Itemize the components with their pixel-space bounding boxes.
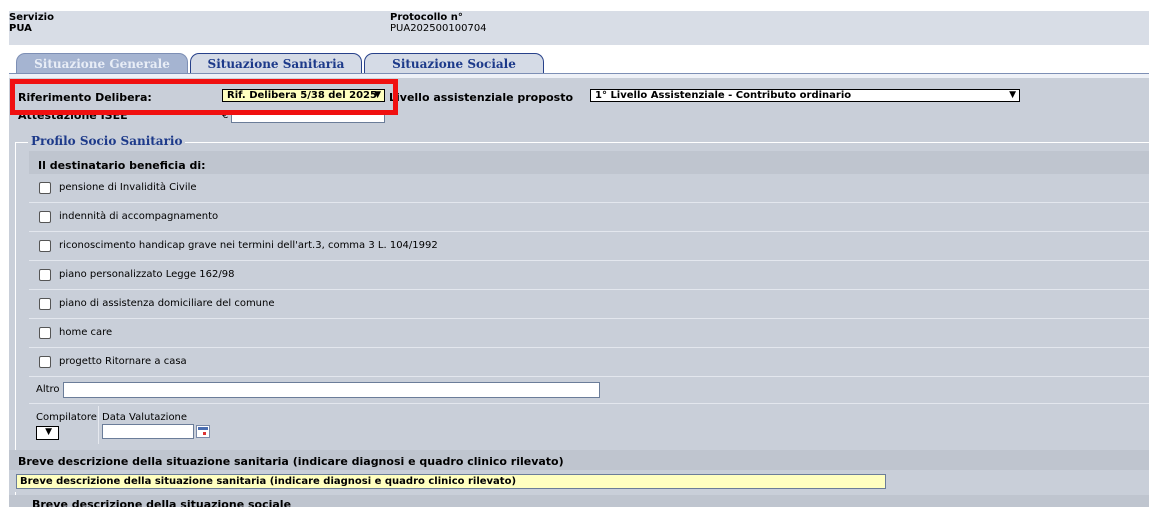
handicap-grave-checkbox[interactable] bbox=[39, 240, 51, 252]
beneficia-header-label: Il destinatario beneficia di: bbox=[38, 159, 206, 172]
indennita-accompagnamento-label: indennità di accompagnamento bbox=[59, 211, 219, 222]
list-item: indennità di accompagnamento bbox=[29, 203, 1149, 232]
home-care-checkbox[interactable] bbox=[39, 327, 51, 339]
list-item: piano di assistenza domiciliare del comu… bbox=[29, 290, 1149, 319]
calendar-icon[interactable] bbox=[196, 425, 210, 438]
servizio-label: Servizio bbox=[9, 12, 54, 23]
tab-situazione-sanitaria[interactable]: Situazione Sanitaria bbox=[190, 53, 362, 73]
header-bar: Servizio PUA Protocollo n° PUA2025001007… bbox=[9, 11, 1149, 45]
list-item: riconoscimento handicap grave nei termin… bbox=[29, 232, 1149, 261]
piano-personalizzato-checkbox[interactable] bbox=[39, 269, 51, 281]
list-item: progetto Ritornare a casa bbox=[29, 348, 1149, 377]
chevron-down-icon: ▼ bbox=[1009, 90, 1016, 100]
data-valutazione-input[interactable] bbox=[102, 424, 194, 439]
list-item: piano personalizzato Legge 162/98 bbox=[29, 261, 1149, 290]
profilo-legend: Profilo Socio Sanitario bbox=[28, 134, 186, 148]
home-care-label: home care bbox=[59, 327, 113, 338]
sanitaria-description-input[interactable]: Breve descrizione della situazione sanit… bbox=[16, 474, 886, 489]
ritornare-a-casa-label: progetto Ritornare a casa bbox=[59, 356, 187, 367]
compilatore-label: Compilatore bbox=[36, 412, 97, 423]
list-item: home care bbox=[29, 319, 1149, 348]
sanitaria-header: Breve descrizione della situazione sanit… bbox=[9, 450, 1149, 470]
altro-label: Altro bbox=[36, 384, 60, 395]
list-item: pensione di Invalidità Civile bbox=[29, 174, 1149, 203]
livello-assistenziale-value: 1° Livello Assistenziale - Contributo or… bbox=[595, 90, 852, 101]
pensione-invalidita-label: pensione di Invalidità Civile bbox=[59, 182, 197, 193]
sociale-header: Breve descrizione della situazione socia… bbox=[9, 495, 1149, 507]
tab-situazione-sociale[interactable]: Situazione Sociale bbox=[364, 53, 544, 73]
assistenza-domiciliare-checkbox[interactable] bbox=[39, 298, 51, 310]
beneficia-header: Il destinatario beneficia di: bbox=[29, 151, 1149, 174]
protocollo-value: PUA202500100704 bbox=[390, 23, 487, 34]
sanitaria-header-label: Breve descrizione della situazione sanit… bbox=[18, 455, 564, 468]
data-valutazione-label: Data Valutazione bbox=[102, 412, 188, 423]
handicap-grave-label: riconoscimento handicap grave nei termin… bbox=[59, 240, 438, 251]
protocollo-label: Protocollo n° bbox=[390, 12, 463, 23]
sociale-header-label: Breve descrizione della situazione socia… bbox=[32, 498, 292, 507]
pensione-invalidita-checkbox[interactable] bbox=[39, 182, 51, 194]
livello-assistenziale-select[interactable]: 1° Livello Assistenziale - Contributo or… bbox=[590, 89, 1020, 102]
indennita-accompagnamento-checkbox[interactable] bbox=[39, 211, 51, 223]
tab-bar: Situazione Generale Situazione Sanitaria… bbox=[9, 53, 1149, 74]
livello-assistenziale-label: Livello assistenziale proposto bbox=[389, 91, 574, 104]
compilatore-select[interactable]: ▼ bbox=[36, 426, 59, 440]
tab-situazione-generale[interactable]: Situazione Generale bbox=[16, 53, 188, 73]
piano-personalizzato-label: piano personalizzato Legge 162/98 bbox=[59, 269, 235, 280]
ritornare-a-casa-checkbox[interactable] bbox=[39, 356, 51, 368]
servizio-value: PUA bbox=[9, 23, 32, 34]
chevron-down-icon: ▼ bbox=[45, 427, 52, 437]
altro-input[interactable] bbox=[63, 382, 600, 398]
highlight-box bbox=[10, 79, 398, 115]
altro-row: Altro bbox=[29, 377, 1149, 404]
compilatore-row: Compilatore ▼ Data Valutazione bbox=[29, 404, 1149, 446]
assistenza-domiciliare-label: piano di assistenza domiciliare del comu… bbox=[59, 298, 275, 309]
